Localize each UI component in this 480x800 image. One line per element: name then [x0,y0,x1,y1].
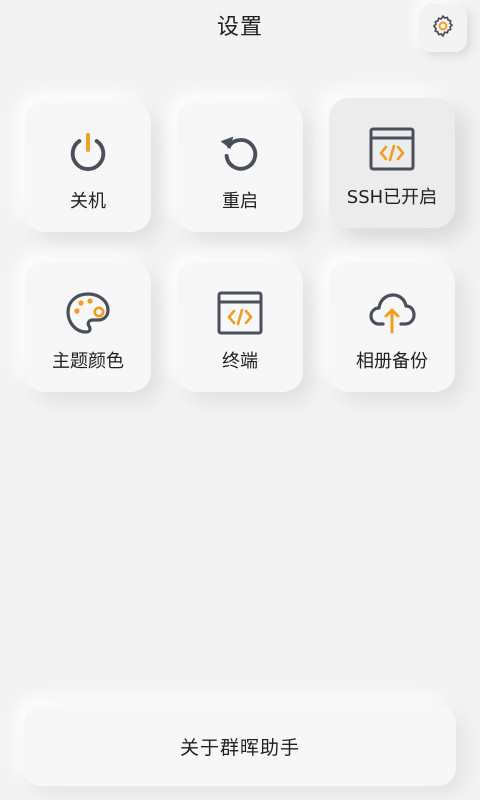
restart-button[interactable]: 重启 [177,102,303,232]
photo-backup-button[interactable]: 相册备份 [329,262,455,392]
terminal-icon [215,288,265,338]
theme-color-label: 主题颜色 [52,351,124,372]
cloud-upload-icon [367,288,417,338]
code-window-icon [367,124,417,174]
shutdown-label: 关机 [70,191,106,212]
about-label: 关于群晖助手 [179,736,300,759]
settings-screen: 设置 关机 重启 SSH已开启 主题颜色 终端 相册备份 关于群晖助手 [0,0,480,800]
ssh-toggle-button[interactable]: SSH已开启 [329,98,455,228]
gear-icon [430,13,456,43]
settings-button[interactable] [419,4,467,52]
shutdown-button[interactable]: 关机 [25,102,151,232]
terminal-button[interactable]: 终端 [177,262,303,392]
ssh-status-label: SSH已开启 [346,187,438,208]
photo-backup-label: 相册备份 [356,351,428,372]
palette-icon [63,288,113,338]
restart-label: 重启 [222,191,258,212]
terminal-label: 终端 [222,351,258,372]
theme-color-button[interactable]: 主题颜色 [25,262,151,392]
restart-icon [215,128,265,178]
power-icon [63,128,113,178]
page-title: 设置 [216,15,263,40]
about-button[interactable]: 关于群晖助手 [24,706,456,786]
